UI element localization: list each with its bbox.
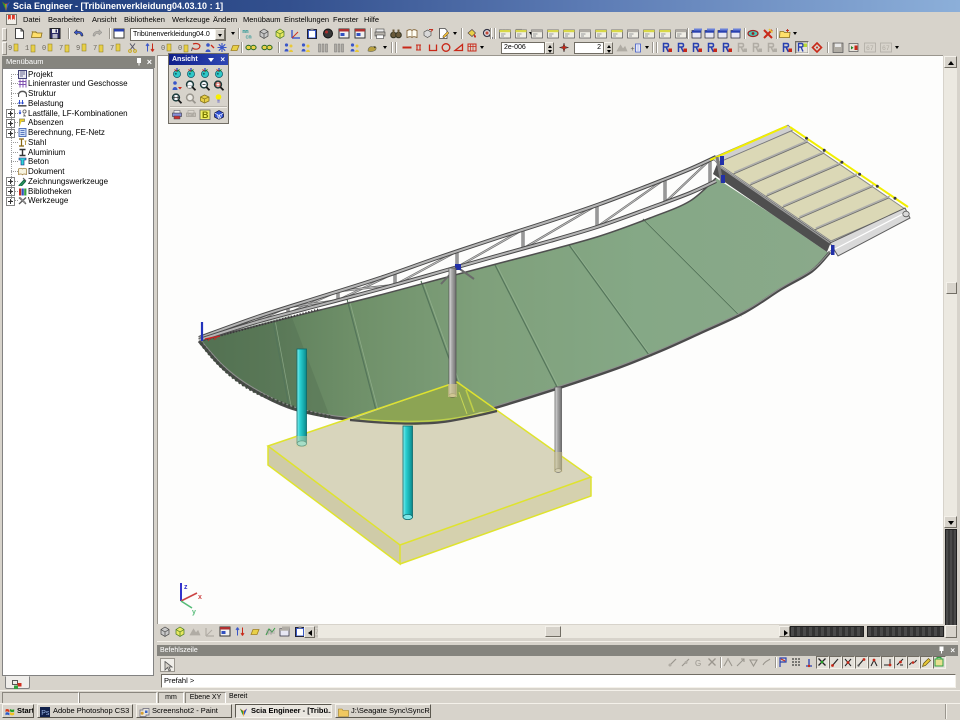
svg-text:0: 0 (178, 45, 182, 53)
svg-text:+: + (631, 46, 635, 53)
svg-text:x: x (198, 594, 202, 601)
svg-text:0: 0 (161, 45, 165, 53)
svg-text:9: 9 (8, 45, 12, 53)
svg-text:1: 1 (25, 45, 29, 53)
svg-text:67: 67 (866, 45, 874, 52)
svg-text:Cal: Cal (188, 112, 194, 117)
svg-text:7: 7 (93, 45, 97, 53)
svg-text:7: 7 (110, 45, 114, 53)
svg-text:W: W (217, 115, 222, 121)
svg-text:Ps: Ps (41, 710, 50, 717)
svg-text:9: 9 (76, 45, 80, 53)
svg-text:B: B (202, 110, 209, 120)
svg-text:cm: cm (246, 35, 252, 40)
svg-text:67: 67 (882, 45, 890, 52)
svg-text:G: G (695, 659, 701, 668)
svg-text:y: y (192, 609, 196, 616)
svg-text:7: 7 (59, 45, 63, 53)
svg-text:0: 0 (42, 45, 46, 53)
svg-text:z: z (184, 584, 188, 591)
